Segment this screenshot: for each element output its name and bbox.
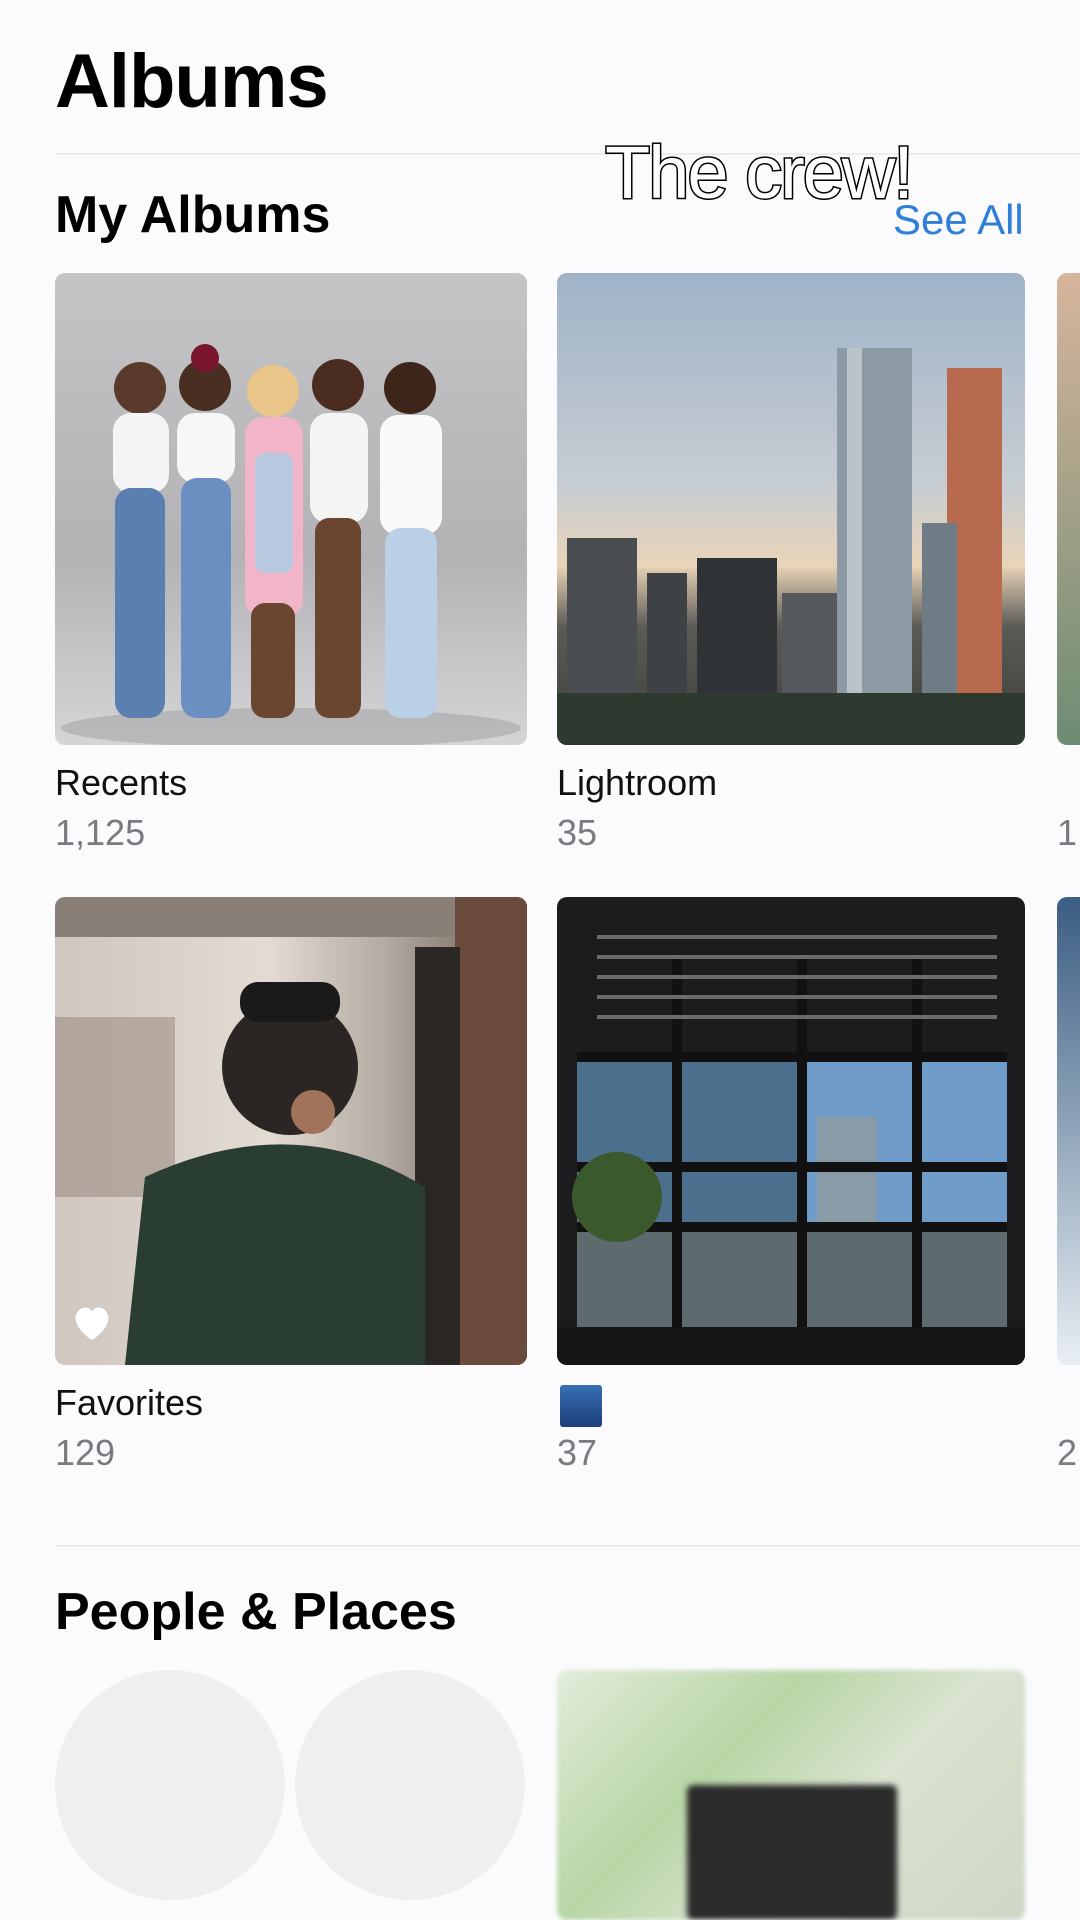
person-avatar-1[interactable] [55,1670,285,1900]
places-map-thumb[interactable] [557,1670,1025,1920]
heart-icon [75,1307,109,1341]
section-divider [55,1545,1080,1547]
album-name-recents: Recents [55,762,188,803]
people-places-title: People & Places [55,1583,457,1641]
album-count-favorites: 129 [55,1432,116,1473]
album-name-favorites: Favorites [55,1382,204,1423]
album-count-lightroom: 35 [557,812,598,853]
album-thumb-favorites[interactable] [55,897,527,1365]
group-photo [61,344,521,745]
person-avatar-2[interactable] [295,1670,525,1900]
see-all-link[interactable]: See All [893,196,1024,244]
album-count-recents: 1,125 [55,812,146,853]
map-photo-pin [687,1785,897,1920]
overlay-caption: The crew! [604,130,916,216]
album-thumb-recents[interactable] [55,273,527,745]
header-divider [55,153,1080,155]
album-thumb-lightroom[interactable] [557,273,1025,745]
album-emoji-icon [560,1385,602,1427]
album-name-lightroom: Lightroom [557,762,718,803]
album-count-partial-2: 2 [1057,1432,1078,1473]
my-albums-title: My Albums [55,186,331,244]
window-view-photo [557,935,1025,1365]
album-count-partial-1: 1 [1057,812,1078,853]
album-thumb-partial-1[interactable] [1057,273,1080,745]
album-count-4: 37 [557,1432,598,1473]
page-title: Albums [55,39,329,124]
city-skyline-photo [557,348,1025,745]
mirror-selfie-photo [55,897,527,1365]
album-thumb-window[interactable] [557,897,1025,1365]
album-thumb-partial-2[interactable] [1057,897,1080,1365]
